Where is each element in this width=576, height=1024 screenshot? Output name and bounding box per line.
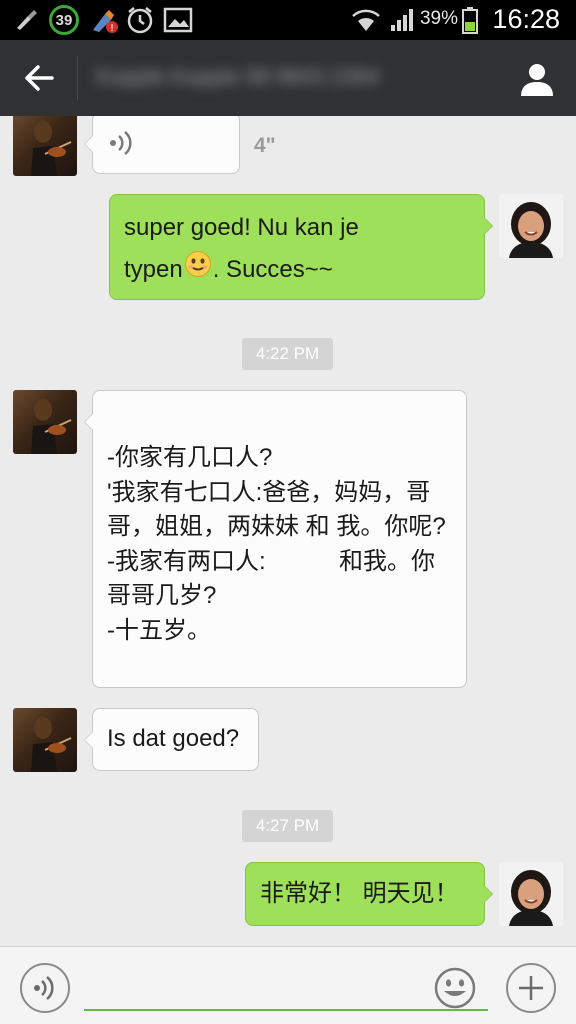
back-arrow-icon <box>25 65 54 91</box>
voice-input-button[interactable] <box>20 963 70 1013</box>
emoji-button[interactable] <box>430 963 480 1013</box>
message-text: typen <box>124 256 183 283</box>
voice-wave-icon <box>110 131 132 155</box>
incoming-message-bubble[interactable]: -你家有几口人? '我家有七口人:爸爸，妈妈，哥哥，姐姐，两妹妹 和 我。你呢?… <box>84 390 467 688</box>
app-update-icon: ! <box>88 4 120 36</box>
notification-count-badge: 39 <box>49 5 79 35</box>
message-input-bar <box>0 946 576 1024</box>
status-bar: 39 ! 39% 16:28 <box>0 0 576 40</box>
message-text: Is dat goed? <box>107 725 240 752</box>
voice-message-bubble[interactable] <box>84 116 240 174</box>
emoji-icon <box>434 967 476 1009</box>
chat-header: Kopple Koppie 08 9843 2364 <box>0 40 576 116</box>
message-text: . Succes~~ <box>212 256 333 283</box>
voice-duration: 4" <box>254 134 276 157</box>
timestamp: 4:22 PM <box>242 338 333 370</box>
timestamp: 4:27 PM <box>242 810 333 842</box>
contact-avatar[interactable] <box>13 708 77 772</box>
signal-icon <box>388 4 418 36</box>
outgoing-message-bubble[interactable]: 非常好！ 明天见！ <box>245 862 493 926</box>
clock-time: 16:28 <box>492 4 560 34</box>
contact-profile-button[interactable] <box>516 58 558 100</box>
outgoing-message-bubble[interactable]: super goed! Nu kan je typen . Succes~~ <box>109 194 493 300</box>
contact-avatar[interactable] <box>13 390 77 454</box>
image-icon <box>162 4 194 36</box>
my-avatar[interactable] <box>499 862 563 926</box>
plus-icon <box>519 976 543 1000</box>
cleaner-icon <box>12 4 42 36</box>
message-text: -你家有几口人? '我家有七口人:爸爸，妈妈，哥哥，姐姐，两妹妹 和 我。你呢?… <box>107 444 446 644</box>
contact-avatar[interactable] <box>13 116 77 176</box>
battery-icon <box>460 4 480 36</box>
person-icon <box>521 64 553 96</box>
battery-percent: 39% <box>419 8 458 29</box>
message-text: super goed! Nu kan je <box>124 214 359 241</box>
voice-icon <box>34 976 54 1000</box>
message-input[interactable] <box>84 969 488 1011</box>
alarm-icon <box>124 4 156 36</box>
message-text: 非常好！ 明天见！ <box>260 880 459 907</box>
contact-name: Kopple Koppie 08 9843 2364 <box>96 64 380 89</box>
smile-emoji-icon <box>184 250 212 292</box>
incoming-message-bubble[interactable]: Is dat goed? <box>84 708 259 771</box>
chat-message-list[interactable]: 4" super goed! Nu kan je typen . Succes~… <box>0 116 576 946</box>
svg-text:!: ! <box>110 23 114 34</box>
back-button[interactable] <box>14 58 64 98</box>
my-avatar[interactable] <box>499 194 563 258</box>
add-attachment-button[interactable] <box>506 963 556 1013</box>
header-divider <box>77 56 78 100</box>
wifi-icon <box>350 4 382 36</box>
